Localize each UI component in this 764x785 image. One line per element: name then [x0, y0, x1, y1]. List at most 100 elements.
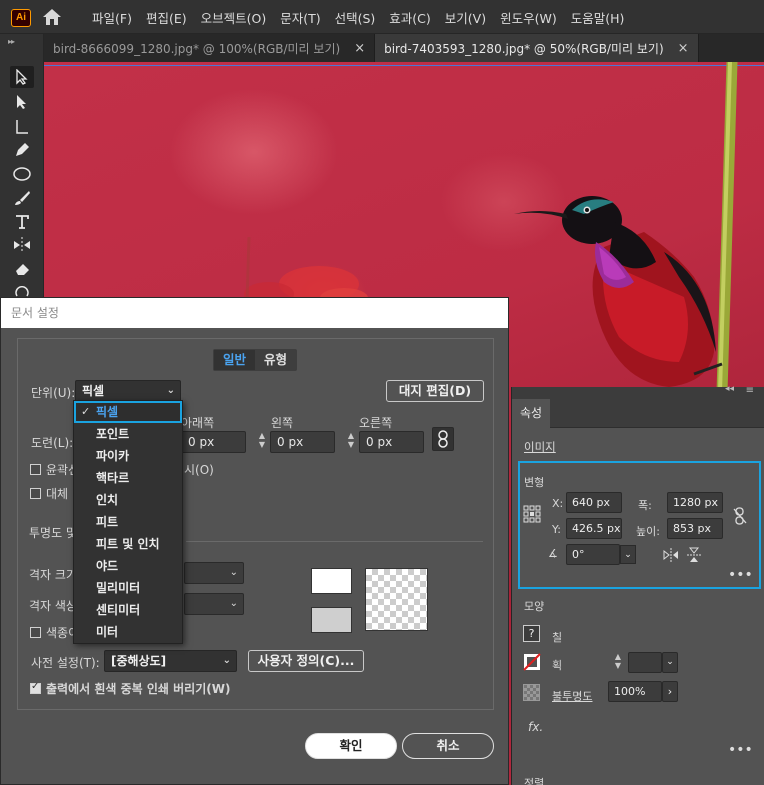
- width-field[interactable]: 1280 px: [667, 492, 723, 513]
- tab-properties[interactable]: 속성: [512, 399, 550, 428]
- menu-object[interactable]: 오브젝트(O): [194, 8, 274, 27]
- unit-option-point[interactable]: 포인트: [74, 423, 182, 445]
- bleed-right-stepper[interactable]: ▲ ▼: [345, 431, 357, 453]
- flip-vertical-icon[interactable]: [687, 547, 701, 563]
- menu-view[interactable]: 보기(V): [438, 8, 493, 27]
- reflect-tool-icon[interactable]: [10, 234, 34, 256]
- unit-option-feet-inches[interactable]: 피트 및 인치: [74, 533, 182, 555]
- cancel-button[interactable]: 취소: [402, 733, 494, 759]
- checkmark-icon: ✓: [81, 405, 91, 418]
- close-icon[interactable]: ×: [354, 41, 365, 56]
- opacity-field[interactable]: 100%: [608, 681, 662, 702]
- more-options-icon[interactable]: •••: [728, 742, 753, 758]
- bleed-left-stepper[interactable]: ▲ ▼: [256, 431, 268, 453]
- stroke-swatch-icon[interactable]: [523, 653, 541, 671]
- dialog-tabs: 일반 유형: [213, 349, 298, 371]
- unit-option-inch[interactable]: 인치: [74, 489, 182, 511]
- direct-selection-tool-icon[interactable]: [10, 91, 34, 113]
- menu-edit[interactable]: 편집(E): [139, 8, 194, 27]
- unit-option-pixel[interactable]: ✓ 픽셀: [74, 401, 182, 423]
- bleed-bottom-header: 아래쪽: [181, 416, 215, 430]
- home-icon[interactable]: [42, 8, 62, 26]
- bleed-right-field[interactable]: 0 px: [359, 431, 424, 453]
- ellipse-tool-icon[interactable]: [10, 163, 34, 185]
- chevron-down-icon: ⌄: [229, 567, 238, 578]
- brush-tool-icon[interactable]: [10, 187, 34, 209]
- ok-button[interactable]: 확인: [305, 733, 397, 759]
- menu-help[interactable]: 도움말(H): [564, 8, 632, 27]
- pen-tool-icon[interactable]: [10, 139, 34, 161]
- constrain-proportions-icon[interactable]: [733, 507, 747, 525]
- divider: [186, 541, 483, 542]
- group-selection-tool-icon[interactable]: [10, 116, 34, 138]
- tab-type[interactable]: 유형: [255, 350, 296, 370]
- flip-horizontal-icon[interactable]: [663, 548, 679, 562]
- stroke-weight-field[interactable]: [628, 652, 662, 673]
- image-section-label[interactable]: 이미지: [524, 439, 556, 455]
- grid-color-select[interactable]: ⌄: [184, 593, 244, 615]
- outline-label-suffix: 시(O): [184, 463, 214, 477]
- grid-color-swatch-light[interactable]: [311, 568, 352, 594]
- angle-value: 0°: [572, 548, 585, 561]
- paper-color-checkbox[interactable]: [30, 627, 41, 638]
- stroke-weight-stepper[interactable]: ▲ ▼: [612, 652, 624, 672]
- menu-window[interactable]: 윈도우(W): [493, 8, 564, 27]
- unit-option-meter[interactable]: 미터: [74, 621, 182, 643]
- chevron-right-icon[interactable]: ›: [662, 681, 678, 702]
- y-field[interactable]: 426.5 px: [566, 518, 622, 539]
- angle-icon: ∡: [548, 547, 558, 560]
- more-options-icon[interactable]: •••: [728, 567, 753, 583]
- tab-general[interactable]: 일반: [214, 350, 256, 370]
- preset-select[interactable]: [중해상도] ⌄: [104, 650, 237, 672]
- unit-select[interactable]: 픽셀 ⌄: [75, 380, 181, 402]
- outline-checkbox[interactable]: [30, 464, 41, 475]
- opacity-icon: [523, 684, 540, 701]
- unit-option-feet[interactable]: 피트: [74, 511, 182, 533]
- chevron-down-icon[interactable]: ⌄: [620, 545, 636, 564]
- discard-white-overprint-checkbox[interactable]: [30, 681, 41, 694]
- type-tool-icon[interactable]: [10, 211, 34, 233]
- unit-option-label: 픽셀: [96, 405, 119, 419]
- fill-swatch-icon[interactable]: ?: [523, 625, 540, 642]
- x-field[interactable]: 640 px: [566, 492, 622, 513]
- height-field[interactable]: 853 px: [667, 518, 723, 539]
- document-tabs: bird-8666099_1280.jpg* @ 100%(RGB/미리 보기)…: [44, 34, 764, 62]
- opacity-label[interactable]: 불투명도: [552, 688, 592, 704]
- eraser-tool-icon[interactable]: [10, 258, 34, 280]
- document-tab-active[interactable]: bird-7403593_1280.jpg* @ 50%(RGB/미리 보기) …: [375, 34, 699, 62]
- unit-option-centimeter[interactable]: 센티미터: [74, 599, 182, 621]
- angle-field[interactable]: 0° ⌄: [566, 544, 636, 565]
- unit-option-pica[interactable]: 파이카: [74, 445, 182, 467]
- collapse-icon[interactable]: ▸▸: [8, 37, 15, 46]
- tools-panel: ▸▸: [0, 34, 44, 300]
- menu-select[interactable]: 선택(S): [328, 8, 383, 27]
- appearance-title: 모양: [524, 600, 545, 613]
- link-bleed-icon[interactable]: [432, 427, 454, 451]
- fx-icon[interactable]: fx.: [528, 720, 543, 734]
- unit-option-hectare[interactable]: 핵타르: [74, 467, 182, 489]
- bleed-left-field[interactable]: 0 px: [270, 431, 335, 453]
- unit-option-millimeter[interactable]: 밀리미터: [74, 577, 182, 599]
- close-icon[interactable]: ×: [678, 41, 689, 56]
- bleed-bottom-field[interactable]: 0 px: [181, 431, 246, 453]
- bleed-label: 도련(L):: [31, 436, 74, 450]
- custom-button[interactable]: 사용자 정의(C)...: [248, 650, 364, 672]
- substitute-checkbox[interactable]: [30, 488, 41, 499]
- chevron-down-icon[interactable]: ⌄: [662, 652, 678, 673]
- menu-items: 파일(F) 편집(E) 오브젝트(O) 문자(T) 선택(S) 효과(C) 보기…: [85, 0, 631, 34]
- collapse-panel-icon[interactable]: ◂◂: [725, 384, 734, 394]
- panel-menu-icon[interactable]: ≡: [746, 385, 754, 396]
- unit-option-yard[interactable]: 야드: [74, 555, 182, 577]
- reference-point-icon[interactable]: [523, 505, 541, 523]
- edit-artboards-button[interactable]: 대지 편집(D): [386, 380, 484, 402]
- grid-size-select[interactable]: ⌄: [184, 562, 244, 584]
- menu-type[interactable]: 문자(T): [273, 8, 327, 27]
- preset-label: 사전 설정(T):: [31, 656, 100, 670]
- menu-effect[interactable]: 효과(C): [382, 8, 437, 27]
- chevron-down-icon: ⌄: [222, 655, 231, 666]
- transform-title: 변형: [524, 476, 545, 489]
- menu-file[interactable]: 파일(F): [85, 8, 139, 27]
- document-tab[interactable]: bird-8666099_1280.jpg* @ 100%(RGB/미리 보기)…: [44, 34, 376, 62]
- grid-color-swatch-dark[interactable]: [311, 607, 352, 633]
- selection-tool-icon[interactable]: [10, 66, 34, 88]
